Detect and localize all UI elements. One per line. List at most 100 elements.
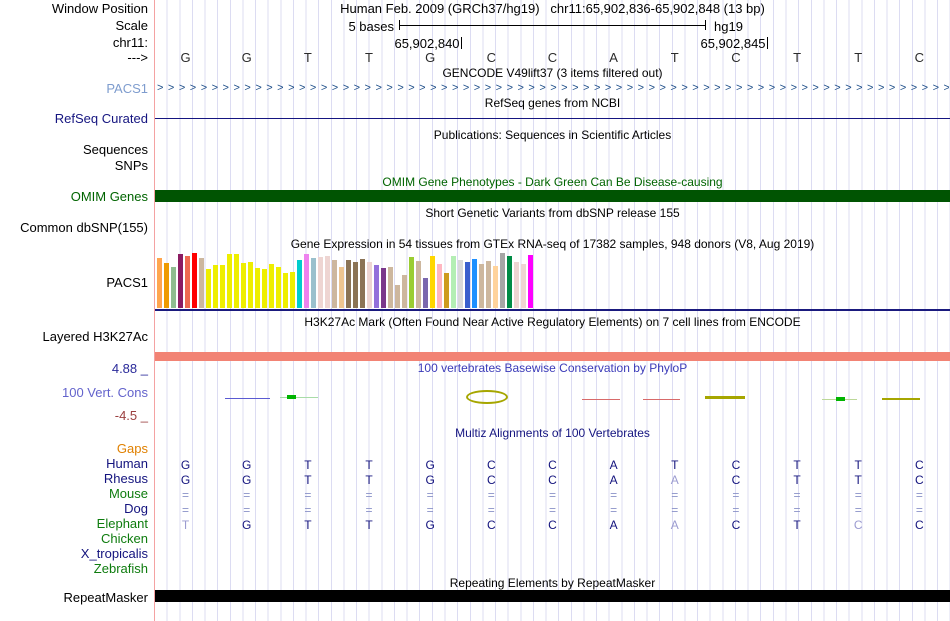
gtex-expression-bar[interactable] <box>367 262 372 308</box>
gtex-expression-bar[interactable] <box>276 267 281 308</box>
gtex-expression-bar[interactable] <box>381 268 386 308</box>
alignment-letter[interactable]: C <box>732 518 741 532</box>
alignment-letter[interactable]: A <box>671 518 679 532</box>
alignment-letter[interactable]: = <box>794 488 801 502</box>
alignment-letter[interactable]: G <box>242 458 251 472</box>
alignment-letter[interactable]: C <box>548 473 557 487</box>
repeatmasker-element-bar[interactable] <box>155 590 950 602</box>
alignment-letter[interactable]: C <box>487 473 496 487</box>
alignment-letter[interactable]: A <box>610 458 618 472</box>
gtex-expression-bar[interactable] <box>241 263 246 308</box>
alignment-letter[interactable]: = <box>488 488 495 502</box>
species-label-human[interactable]: Human <box>0 457 148 471</box>
gtex-expression-bar[interactable] <box>248 262 253 308</box>
dbsnp-label[interactable]: Common dbSNP(155) <box>0 221 148 235</box>
alignment-letter[interactable]: = <box>366 503 373 517</box>
gtex-expression-bar[interactable] <box>451 256 456 308</box>
gtex-expression-bar[interactable] <box>514 262 519 308</box>
h3k27ac-signal-bar[interactable] <box>155 352 950 361</box>
gtex-expression-bar[interactable] <box>234 254 239 308</box>
alignment-letter[interactable]: T <box>304 518 311 532</box>
gtex-expression-bar[interactable] <box>206 269 211 308</box>
gtex-expression-bar[interactable] <box>374 265 379 308</box>
alignment-letter[interactable]: = <box>671 503 678 517</box>
species-label-elephant[interactable]: Elephant <box>0 517 148 531</box>
gtex-expression-bar[interactable] <box>262 269 267 308</box>
gtex-expression-bar[interactable] <box>255 268 260 308</box>
alignment-letter[interactable]: T <box>793 458 800 472</box>
alignment-letter[interactable]: = <box>243 503 250 517</box>
phylop-conservation-mark[interactable] <box>287 395 296 399</box>
alignment-letter[interactable]: C <box>732 473 741 487</box>
species-label-dog[interactable]: Dog <box>0 502 148 516</box>
phylop-conservation-mark[interactable] <box>882 398 920 400</box>
gtex-expression-bar[interactable] <box>444 273 449 308</box>
gtex-expression-bar[interactable] <box>157 258 162 308</box>
gtex-expression-bar[interactable] <box>227 254 232 308</box>
alignment-letter[interactable]: T <box>304 473 311 487</box>
alignment-letter[interactable]: T <box>855 473 862 487</box>
alignment-letter[interactable]: C <box>548 458 557 472</box>
alignment-letter[interactable]: C <box>732 458 741 472</box>
species-label-chicken[interactable]: Chicken <box>0 532 148 546</box>
species-label-gaps[interactable]: Gaps <box>0 442 148 456</box>
gtex-expression-bar[interactable] <box>304 254 309 308</box>
alignment-letter[interactable]: G <box>426 518 435 532</box>
species-label-mouse[interactable]: Mouse <box>0 487 148 501</box>
gtex-expression-bar[interactable] <box>430 256 435 308</box>
alignment-letter[interactable]: = <box>549 503 556 517</box>
alignment-letter[interactable]: = <box>732 488 739 502</box>
gtex-expression-bar[interactable] <box>360 259 365 308</box>
gencode-gene-arrows[interactable]: >>>>>>>>>>>>>>>>>>>>>>>>>>>>>>>>>>>>>>>>… <box>157 82 949 95</box>
gtex-gene-model-line[interactable] <box>155 309 950 311</box>
alignment-letter[interactable]: = <box>243 488 250 502</box>
alignment-letter[interactable]: = <box>916 503 923 517</box>
alignment-letter[interactable]: = <box>488 503 495 517</box>
gtex-expression-bar[interactable] <box>269 264 274 308</box>
gtex-expression-bar[interactable] <box>339 267 344 308</box>
gtex-expression-bar[interactable] <box>290 272 295 308</box>
alignment-letter[interactable]: C <box>915 518 924 532</box>
alignment-letter[interactable]: = <box>610 503 617 517</box>
phylop-conservation-mark[interactable] <box>280 397 318 398</box>
omim-gene-bar[interactable] <box>155 190 950 202</box>
alignment-letter[interactable]: A <box>610 473 618 487</box>
phylop-conservation-mark[interactable] <box>836 397 845 401</box>
alignment-letter[interactable]: T <box>855 458 862 472</box>
gtex-expression-bar[interactable] <box>164 263 169 308</box>
alignment-letter[interactable]: = <box>671 488 678 502</box>
alignment-letter[interactable]: T <box>365 473 372 487</box>
species-label-rhesus[interactable]: Rhesus <box>0 472 148 486</box>
alignment-letter[interactable]: = <box>427 488 434 502</box>
gtex-expression-bar[interactable] <box>507 256 512 308</box>
gencode-item-label[interactable]: PACS1 <box>0 82 148 96</box>
gtex-expression-bar[interactable] <box>388 267 393 308</box>
gtex-expression-bar[interactable] <box>220 265 225 308</box>
gtex-expression-bar[interactable] <box>353 262 358 308</box>
gtex-expression-bar[interactable] <box>318 257 323 308</box>
gtex-expression-bar[interactable] <box>185 256 190 308</box>
gtex-expression-bar[interactable] <box>437 264 442 308</box>
phylop-conservation-mark[interactable] <box>582 399 620 400</box>
alignment-letter[interactable]: T <box>365 458 372 472</box>
gtex-expression-bar[interactable] <box>479 264 484 308</box>
alignment-letter[interactable]: = <box>182 488 189 502</box>
alignment-letter[interactable]: = <box>732 503 739 517</box>
gtex-expression-bar[interactable] <box>458 260 463 308</box>
repeatmasker-label[interactable]: RepeatMasker <box>0 591 148 605</box>
alignment-letter[interactable]: T <box>793 518 800 532</box>
alignment-letter[interactable]: = <box>916 488 923 502</box>
species-label-zebrafish[interactable]: Zebrafish <box>0 562 148 576</box>
h3k27ac-label[interactable]: Layered H3K27Ac <box>0 330 148 344</box>
gtex-expression-bar[interactable] <box>178 254 183 308</box>
gtex-expression-bar[interactable] <box>297 260 302 308</box>
alignment-letter[interactable]: = <box>304 488 311 502</box>
alignment-letter[interactable]: = <box>427 503 434 517</box>
refseq-gene-line[interactable] <box>155 118 950 119</box>
phylop-conservation-mark[interactable] <box>225 398 270 399</box>
gtex-expression-bar[interactable] <box>528 255 533 308</box>
gtex-expression-bar[interactable] <box>472 259 477 308</box>
gtex-expression-bar[interactable] <box>521 264 526 308</box>
gtex-expression-bar[interactable] <box>192 253 197 308</box>
alignment-letter[interactable]: = <box>304 503 311 517</box>
